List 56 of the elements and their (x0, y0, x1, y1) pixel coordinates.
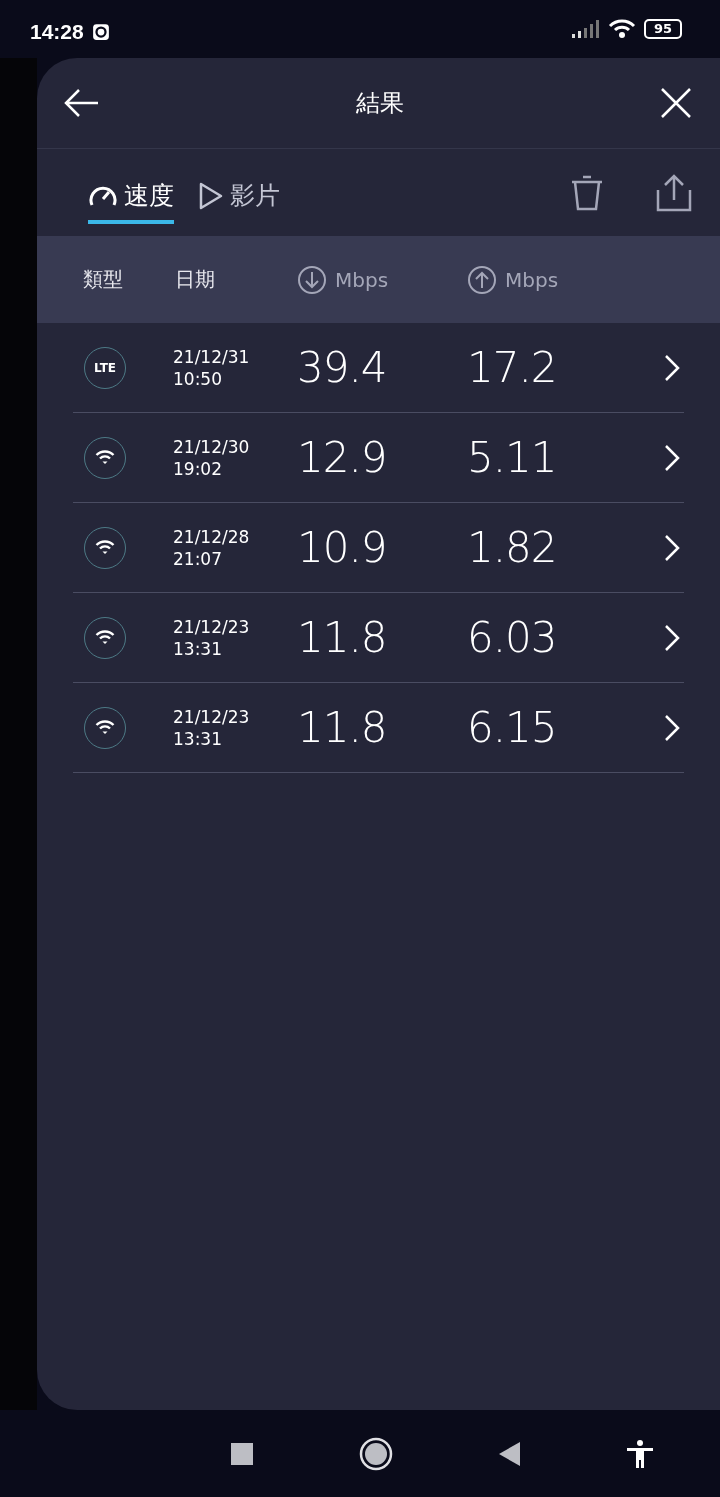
upload-speed: 1.82 (467, 523, 558, 572)
download-speed: 10.9 (297, 523, 388, 572)
wifi-icon (95, 540, 115, 555)
wifi-icon (95, 630, 115, 645)
column-header: 日期 (175, 266, 216, 293)
close-icon[interactable] (660, 87, 692, 119)
wifi-icon (607, 19, 636, 39)
battery-icon: 95 (643, 19, 682, 39)
result-row[interactable]: 21/12/23 13:31 11.8 6.15 (73, 683, 684, 773)
download-speed: 39.4 (297, 343, 388, 392)
chevron-icon (664, 533, 680, 562)
column-header: 類型 (83, 266, 124, 293)
share-icon[interactable] (656, 173, 692, 212)
download-icon (297, 264, 327, 295)
chevron-icon (664, 443, 680, 472)
row-time: 19:02 (173, 457, 223, 480)
tab[interactable]: 速度 (88, 171, 174, 224)
accessibility-icon[interactable] (627, 1439, 653, 1468)
row-date: 21/12/23 (173, 615, 251, 638)
back-icon[interactable] (64, 88, 100, 118)
upload-speed: 6.15 (467, 703, 558, 752)
back-icon[interactable] (499, 1441, 521, 1466)
wifi-icon (95, 450, 115, 465)
row-date: 21/12/30 (173, 435, 251, 458)
chevron-icon (664, 353, 680, 382)
upload-speed: 5.11 (467, 433, 558, 482)
row-time: 13:31 (173, 727, 223, 750)
download-speed: 11.8 (297, 613, 388, 662)
column-header: Mbps (335, 267, 389, 292)
row-date: 21/12/31 (173, 345, 251, 368)
upload-speed: 17.2 (467, 343, 558, 392)
upload-speed: 6.03 (467, 613, 558, 662)
page-title: 結果 (356, 88, 404, 119)
chevron-icon (664, 623, 680, 652)
chevron-icon (664, 713, 680, 742)
wifi-icon (95, 720, 115, 735)
row-time: 10:50 (173, 367, 223, 390)
status-time: 14:28 (30, 20, 84, 44)
result-row[interactable]: 21/12/30 19:02 12.9 5.11 (73, 413, 684, 503)
play-icon (198, 180, 224, 211)
result-row[interactable]: LTE 21/12/31 10:50 39.4 17.2 (73, 323, 684, 413)
row-time: 13:31 (173, 637, 223, 660)
row-time: 21:07 (173, 547, 223, 570)
row-date: 21/12/28 (173, 525, 251, 548)
upload-icon (467, 264, 497, 295)
home-icon[interactable] (359, 1436, 393, 1471)
result-row[interactable]: 21/12/23 13:31 11.8 6.03 (73, 593, 684, 683)
signal-icon (571, 20, 600, 38)
result-row[interactable]: 21/12/28 21:07 10.9 1.82 (73, 503, 684, 593)
row-date: 21/12/23 (173, 705, 251, 728)
download-speed: 12.9 (297, 433, 388, 482)
recents-icon[interactable] (231, 1442, 253, 1465)
download-speed: 11.8 (297, 703, 388, 752)
column-header: Mbps (505, 267, 559, 292)
tab[interactable]: 影片 (198, 171, 280, 224)
trash-icon[interactable] (570, 174, 604, 211)
